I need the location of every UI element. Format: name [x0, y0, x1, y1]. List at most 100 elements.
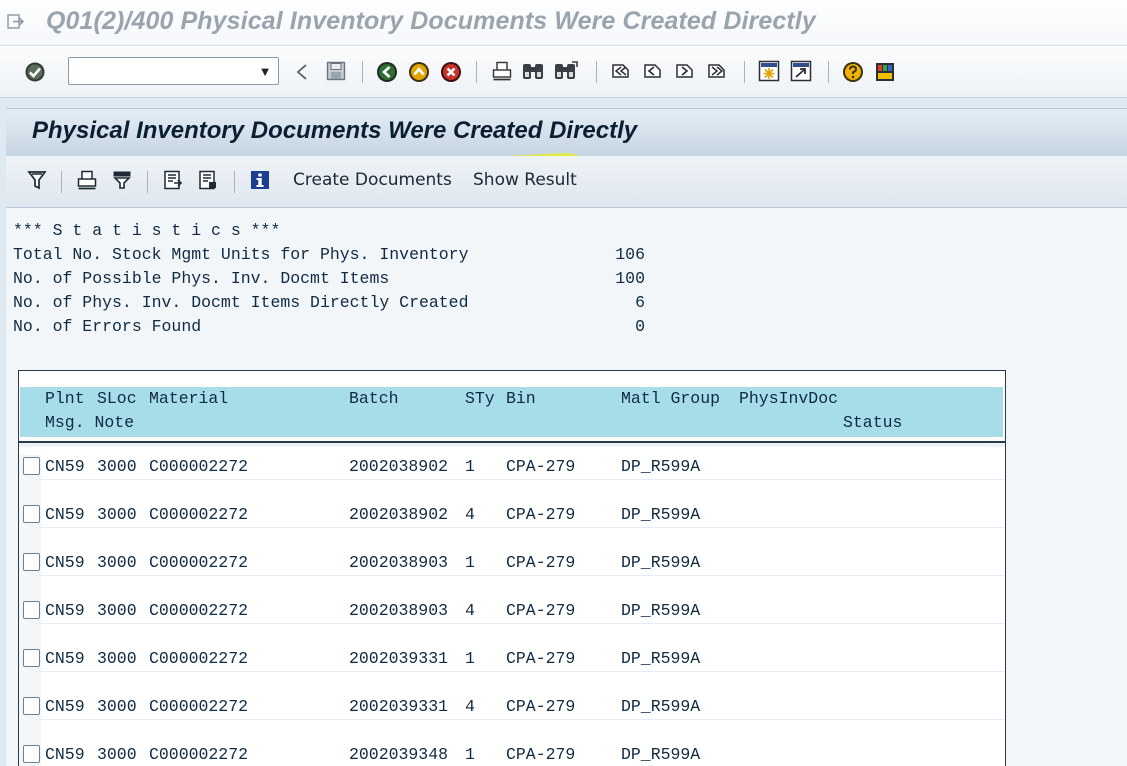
- row-line-2: [41, 623, 1005, 647]
- cell-sty: 4: [465, 601, 475, 620]
- next-page-icon[interactable]: [672, 59, 698, 83]
- chevron-down-icon[interactable]: ▼: [252, 58, 278, 84]
- cell-sloc: 3000: [97, 457, 137, 476]
- cell-material: C000002272: [149, 553, 249, 572]
- command-field-input[interactable]: [72, 61, 247, 81]
- cell-batch: 2002038903: [349, 553, 449, 572]
- standard-toolbar: ▼: [0, 46, 1127, 98]
- cell-matl-group: DP_R599A: [621, 649, 701, 668]
- cell-plnt: CN59: [45, 697, 85, 716]
- command-field[interactable]: ▼: [68, 57, 279, 85]
- statistics-header: *** S t a t i s t i c s ***: [13, 221, 281, 240]
- row-line-2: [41, 527, 1005, 551]
- show-result-button[interactable]: Show Result: [473, 170, 577, 190]
- row-line-1: CN59 3000 C000002272 2002038902 1 CPA-279 DP_R…: [41, 455, 1005, 479]
- column-header-batch: Batch: [349, 389, 399, 408]
- row-checkbox[interactable]: [23, 601, 40, 619]
- cell-bin: CPA-279: [506, 505, 576, 524]
- enter-checkmark-icon[interactable]: [22, 60, 48, 84]
- cell-plnt: CN59: [45, 553, 85, 572]
- cell-batch: 2002039348: [349, 745, 449, 764]
- row-checkbox[interactable]: [23, 505, 40, 523]
- customize-layout-icon[interactable]: [872, 59, 898, 85]
- cell-plnt: CN59: [45, 745, 85, 764]
- save-disk-icon[interactable]: [324, 59, 348, 83]
- row-checkbox[interactable]: [23, 649, 40, 667]
- table-row: CN59 3000 C000002272 2002038903 4 CPA-279 DP_R…: [19, 599, 1005, 647]
- cell-material: C000002272: [149, 697, 249, 716]
- create-session-icon[interactable]: [756, 59, 782, 83]
- print-icon[interactable]: [75, 168, 99, 192]
- row-line-1: CN59 3000 C000002272 2002039331 4 CPA-279 DP_R…: [41, 695, 1005, 719]
- table-row: CN59 3000 C000002272 2002038902 4 CPA-279 DP_R…: [19, 503, 1005, 551]
- menu-exit-icon[interactable]: [7, 13, 24, 30]
- cell-material: C000002272: [149, 601, 249, 620]
- cell-sty: 4: [465, 697, 475, 716]
- information-icon[interactable]: [248, 168, 272, 192]
- row-line-1: CN59 3000 C000002272 2002038903 4 CPA-279 DP_R…: [41, 599, 1005, 623]
- statistics-value: 100: [615, 269, 645, 288]
- cell-sty: 4: [465, 505, 475, 524]
- column-header-msg-note: Msg. Note: [45, 413, 135, 432]
- cell-sloc: 3000: [97, 745, 137, 764]
- cell-material: C000002272: [149, 649, 249, 668]
- column-header-material: Material: [149, 389, 229, 408]
- back-arrow-icon[interactable]: [293, 60, 311, 84]
- row-checkbox[interactable]: [23, 457, 40, 475]
- cell-plnt: CN59: [45, 505, 85, 524]
- application-toolbar: Create Documents Show Result: [6, 156, 1127, 208]
- column-header-status: Status: [843, 413, 903, 432]
- cell-sty: 1: [465, 553, 475, 572]
- statistics-label: No. of Possible Phys. Inv. Docmt Items: [13, 269, 390, 288]
- cell-plnt: CN59: [45, 601, 85, 620]
- help-icon[interactable]: [840, 59, 866, 85]
- export-icon[interactable]: [161, 168, 185, 192]
- cell-matl-group: DP_R599A: [621, 601, 701, 620]
- table-row: CN59 3000 C000002272 2002039331 1 CPA-279 DP_R…: [19, 647, 1005, 695]
- cell-plnt: CN59: [45, 457, 85, 476]
- cell-matl-group: DP_R599A: [621, 505, 701, 524]
- export-local-icon[interactable]: [196, 168, 220, 192]
- cell-batch: 2002039331: [349, 649, 449, 668]
- statistics-label: No. of Errors Found: [13, 317, 202, 336]
- create-documents-button[interactable]: Create Documents: [293, 170, 452, 190]
- exit-yellow-icon[interactable]: [406, 59, 432, 85]
- cell-bin: CPA-279: [506, 457, 576, 476]
- cell-matl-group: DP_R599A: [621, 457, 701, 476]
- cell-batch: 2002038902: [349, 457, 449, 476]
- print-icon[interactable]: [490, 59, 514, 83]
- last-page-icon[interactable]: [704, 59, 730, 83]
- column-header-plnt: Plnt: [45, 389, 85, 408]
- previous-page-icon[interactable]: [640, 59, 666, 83]
- back-green-icon[interactable]: [374, 59, 400, 85]
- row-checkbox[interactable]: [23, 697, 40, 715]
- statistics-value: 106: [615, 245, 645, 264]
- cell-sty: 1: [465, 649, 475, 668]
- generate-shortcut-icon[interactable]: [788, 59, 814, 83]
- table-row: CN59 3000 C000002272 2002039331 4 CPA-279 DP_R…: [19, 695, 1005, 743]
- row-line-1: CN59 3000 C000002272 2002039348 1 CPA-279 DP_R…: [41, 743, 1005, 766]
- set-filter-icon[interactable]: [110, 168, 134, 192]
- first-page-icon[interactable]: [608, 59, 634, 83]
- table-row: CN59 3000 C000002272 2002038903 1 CPA-279 DP_R…: [19, 551, 1005, 599]
- row-line-1: CN59 3000 C000002272 2002038903 1 CPA-279 DP_R…: [41, 551, 1005, 575]
- column-header-sloc: SLoc: [97, 389, 137, 408]
- filter-icon[interactable]: [25, 168, 49, 192]
- cancel-red-icon[interactable]: [438, 59, 464, 85]
- row-checkbox[interactable]: [23, 553, 40, 571]
- list-header: Plnt SLoc Material Batch STy Bin Matl Gr…: [19, 371, 1005, 443]
- find-icon[interactable]: [520, 59, 546, 83]
- screen-title: Physical Inventory Documents Were Create…: [32, 117, 638, 144]
- row-line-2: [41, 575, 1005, 599]
- row-checkbox[interactable]: [23, 745, 40, 763]
- cell-batch: 2002038902: [349, 505, 449, 524]
- result-list: Plnt SLoc Material Batch STy Bin Matl Gr…: [18, 370, 1006, 766]
- window-title: Q01(2)/400 Physical Inventory Documents …: [46, 7, 816, 35]
- table-row: CN59 3000 C000002272 2002039348 1 CPA-279 DP_R…: [19, 743, 1005, 766]
- column-header-sty: STy: [465, 389, 495, 408]
- row-line-2: [41, 479, 1005, 503]
- cell-matl-group: DP_R599A: [621, 745, 701, 764]
- cell-sloc: 3000: [97, 601, 137, 620]
- screen-header: Physical Inventory Documents Were Create…: [6, 108, 1127, 156]
- find-next-icon[interactable]: [552, 59, 580, 83]
